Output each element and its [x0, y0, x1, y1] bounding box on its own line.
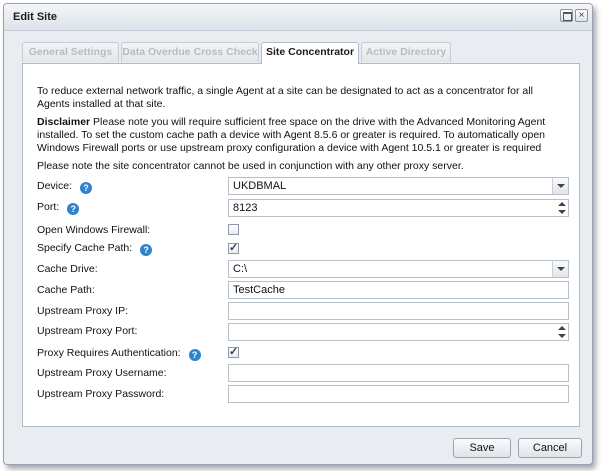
close-icon[interactable]: × [575, 9, 588, 22]
tab-data-overdue-cross-check[interactable]: Data Overdue Cross Check [121, 42, 259, 62]
proxy-password-field[interactable] [233, 386, 533, 402]
tab-site-concentrator[interactable]: Site Concentrator [261, 42, 359, 64]
help-icon[interactable]: ? [140, 244, 153, 256]
dialog-title: Edit Site [13, 11, 58, 23]
device-value: UKDBMAL [233, 180, 287, 192]
spinner-arrows-icon[interactable] [555, 324, 568, 340]
device-select[interactable]: UKDBMAL [228, 177, 569, 195]
spinner-arrows-icon[interactable] [555, 200, 568, 216]
cache-drive-select[interactable]: C:\ [228, 260, 569, 278]
port-stepper[interactable]: 8123 [228, 199, 569, 217]
help-icon[interactable]: ? [67, 203, 80, 215]
specify-cache-checkbox[interactable] [228, 241, 239, 254]
proxy-username-label: Upstream Proxy Username: [37, 367, 167, 379]
proxy-auth-label: Proxy Requires Authentication:? [37, 346, 201, 361]
port-label: Port:? [37, 200, 80, 215]
device-label: Device:? [37, 179, 93, 194]
proxy-ip-input[interactable] [228, 302, 569, 320]
cache-path-input[interactable] [228, 281, 569, 299]
save-button[interactable]: Save [453, 438, 511, 458]
chevron-down-icon[interactable] [552, 261, 568, 277]
intro-text: To reduce external network traffic, a si… [37, 85, 533, 110]
cache-path-label: Cache Path: [37, 284, 95, 296]
proxy-auth-checkbox[interactable] [228, 345, 239, 358]
tab-active-directory[interactable]: Active Directory [361, 42, 451, 62]
edit-site-dialog: Edit Site × General Settings Data Overdu… [3, 3, 593, 465]
site-concentrator-panel: To reduce external network traffic, a si… [22, 63, 580, 427]
proxy-password-label: Upstream Proxy Password: [37, 388, 165, 400]
disclaimer-body: Please note you will require sufficient … [37, 116, 546, 154]
help-icon[interactable]: ? [80, 182, 93, 194]
cancel-button[interactable]: Cancel [518, 438, 582, 458]
proxy-ip-label: Upstream Proxy IP: [37, 305, 129, 317]
help-icon[interactable]: ? [188, 349, 201, 361]
proxy-ip-field[interactable] [233, 303, 533, 319]
port-value: 8123 [233, 202, 258, 214]
tab-general-settings[interactable]: General Settings [22, 42, 119, 62]
firewall-label: Open Windows Firewall: [37, 224, 151, 236]
disclaimer-label: Disclaimer [37, 116, 91, 128]
disclaimer-text: Disclaimer Please note you will require … [37, 116, 567, 155]
proxy-username-input[interactable] [228, 364, 569, 382]
proxy-port-label: Upstream Proxy Port: [37, 325, 138, 337]
chevron-down-icon[interactable] [552, 178, 568, 194]
proxy-note: Please note the site concentrator cannot… [37, 160, 464, 172]
proxy-port-field[interactable] [233, 324, 533, 340]
maximize-icon[interactable] [560, 9, 573, 22]
cache-path-field[interactable] [233, 282, 533, 298]
cache-drive-value: C:\ [233, 263, 248, 275]
proxy-username-field[interactable] [233, 365, 533, 381]
firewall-checkbox[interactable] [228, 224, 239, 235]
proxy-port-stepper[interactable] [228, 323, 569, 341]
specify-cache-label: Specify Cache Path:? [37, 241, 153, 256]
proxy-password-input[interactable] [228, 385, 569, 403]
cache-drive-label: Cache Drive: [37, 263, 98, 275]
title-bar[interactable]: Edit Site × [4, 4, 592, 31]
